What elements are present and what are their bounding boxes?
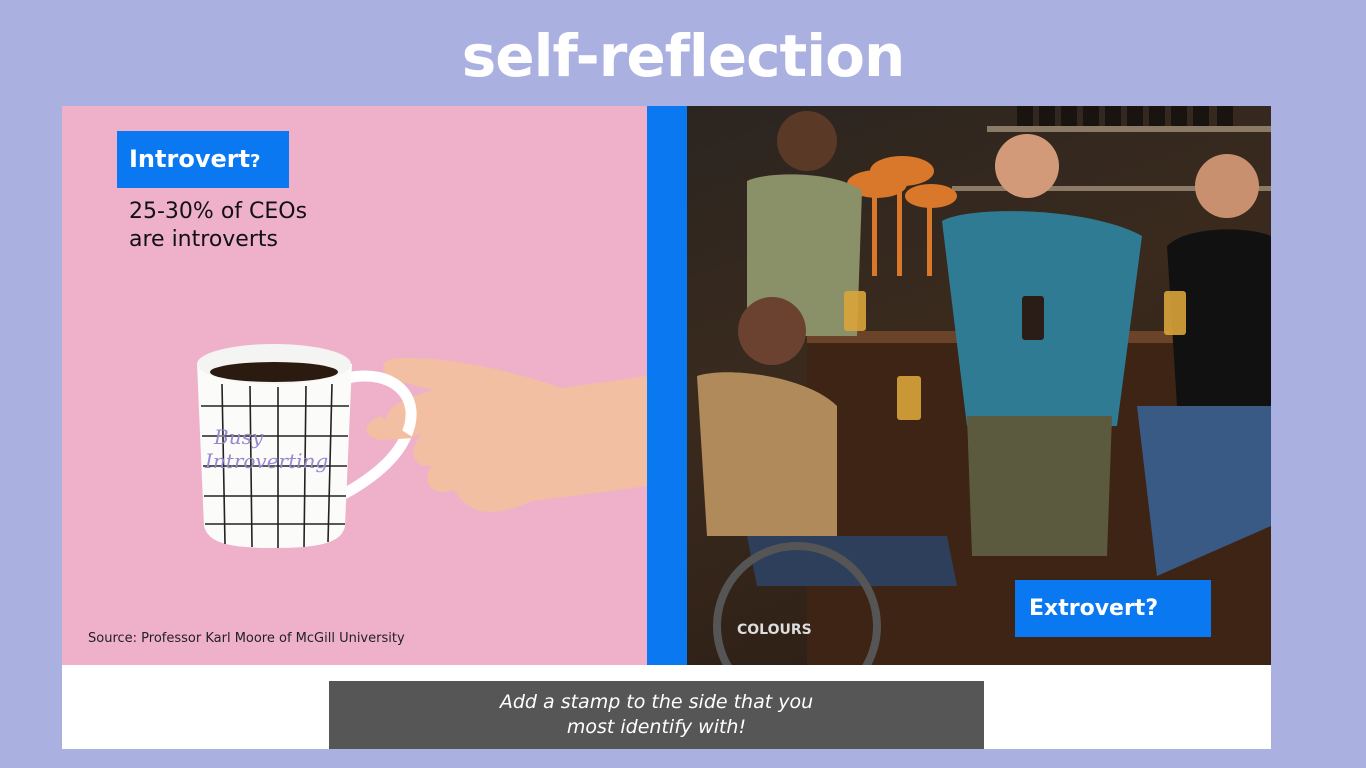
mug-text-line-1: Busy [213,425,264,449]
palm-decor [847,156,957,276]
source-citation: Source: Professor Karl Moore of McGill U… [88,631,405,646]
caption-text: Add a stamp to the side that you most id… [499,691,814,738]
extrovert-label: Extrovert? [1015,580,1211,637]
person-1-head [777,111,837,171]
person-2-head [738,297,806,365]
shelf [987,126,1271,132]
coffee-surface [210,362,338,382]
divider-bar [647,106,687,665]
extrovert-panel[interactable]: COLOURS Extrovert? [687,106,1271,665]
instruction-caption: Add a stamp to the side that you most id… [329,681,984,749]
person-4-head [1195,154,1259,218]
introvert-panel[interactable]: Introvert? 25-30% of CEOs are introverts [62,106,647,665]
page-title: self-reflection [461,22,906,90]
person-2-jeans [747,536,957,586]
person-2-top [697,372,837,536]
hand-shape [383,357,647,512]
person-3-shorts [967,416,1112,556]
mug-text-line-2: Introverting [204,449,328,473]
wheel-brand-text: COLOURS [737,622,812,638]
mug-illustration: Busy Introverting [197,344,647,548]
person-3-head [995,134,1059,198]
slide: Introvert? 25-30% of CEOs are introverts [62,106,1271,749]
bottles [1017,106,1233,126]
